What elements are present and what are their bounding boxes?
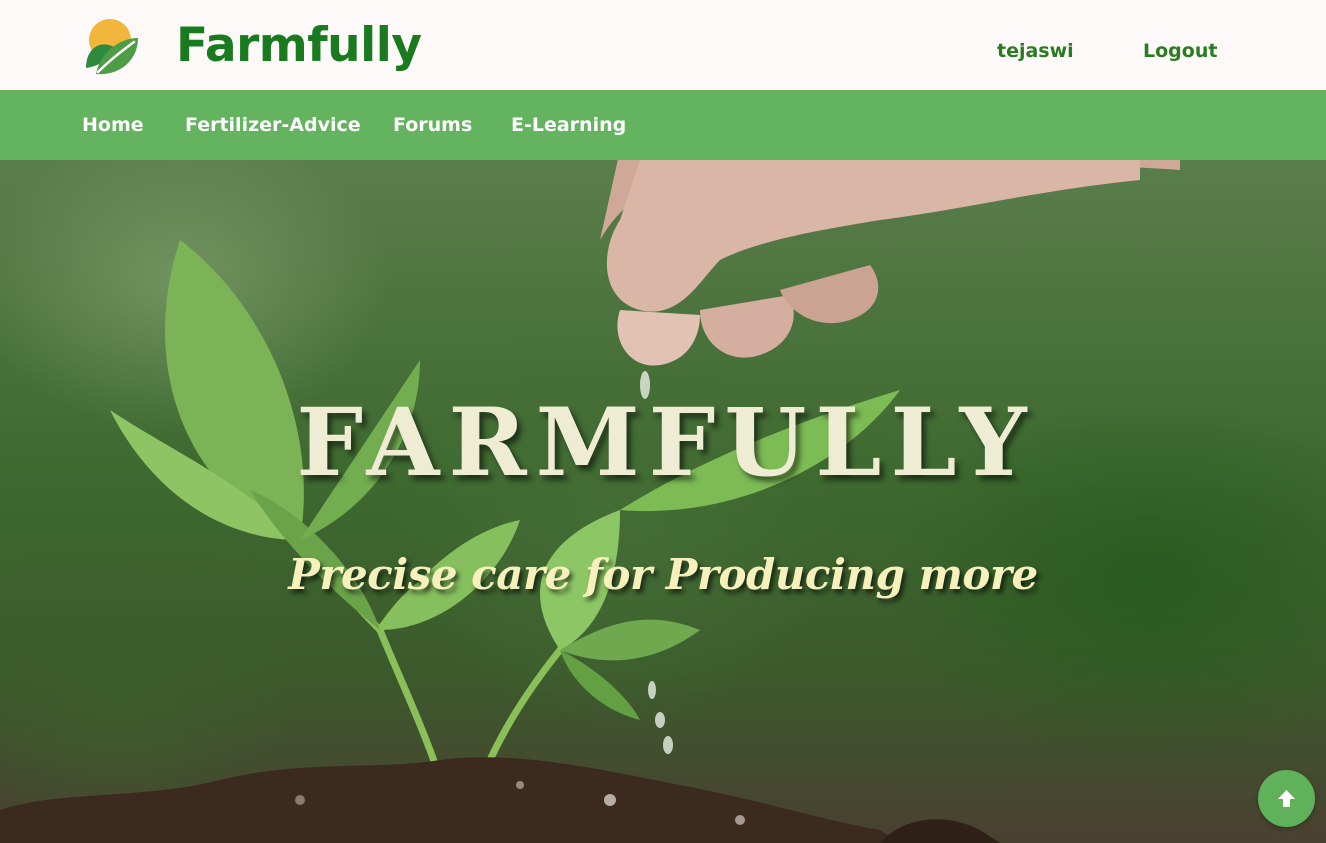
hero-tagline: Precise care for Producing more	[288, 550, 1038, 599]
watering-hand-image	[600, 160, 1180, 366]
hero-background-image	[0, 160, 1180, 843]
soil-ground	[0, 757, 1000, 843]
nav-item-fertilizer-advice[interactable]: Fertilizer-Advice	[185, 112, 361, 138]
nav-item-forums[interactable]: Forums	[393, 112, 472, 138]
hero-title: FARMFULLY	[296, 388, 1036, 498]
scroll-to-top-button[interactable]	[1258, 770, 1315, 827]
hero-banner: FARMFULLY Precise care for Producing mor…	[0, 160, 1326, 843]
site-header: Farmfully tejaswi Logout	[0, 0, 1326, 90]
nav-item-e-learning[interactable]: E-Learning	[511, 112, 626, 138]
logout-link[interactable]: Logout	[1143, 38, 1217, 64]
username-link[interactable]: tejaswi	[997, 38, 1074, 64]
main-navbar: Home Fertilizer-Advice Forums E-Learning	[0, 90, 1326, 160]
nav-item-home[interactable]: Home	[82, 112, 144, 138]
site-brand-title[interactable]: Farmfully	[176, 14, 422, 78]
leaf-sun-logo-icon[interactable]	[82, 16, 142, 78]
arrow-up-icon	[1278, 790, 1295, 807]
